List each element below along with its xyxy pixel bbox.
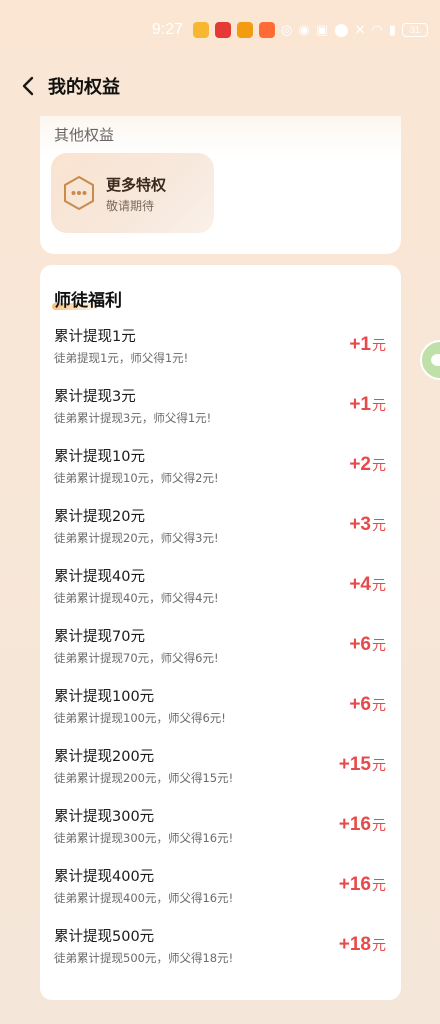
welfare-row: 累计提现200元 徒弟累计提现200元，师父得15元! +15 元 <box>40 745 401 805</box>
reward-amount: +2 <box>349 454 371 475</box>
welfare-row: 累计提现40元 徒弟累计提现40元，师父得4元! +4 元 <box>40 565 401 625</box>
reward-unit: 元 <box>372 938 386 954</box>
reward-unit: 元 <box>372 518 386 534</box>
back-button[interactable] <box>10 64 46 108</box>
reward-unit: 元 <box>372 398 386 414</box>
nav-bar: 我的权益 <box>0 64 440 108</box>
row-reward: +1 元 <box>349 394 386 416</box>
welfare-row: 累计提现20元 徒弟累计提现20元，师父得3元! +3 元 <box>40 505 401 565</box>
perk-name: 更多特权 <box>106 176 167 194</box>
welfare-title: 师徒福利 <box>54 291 122 311</box>
chevron-left-icon <box>22 76 34 96</box>
row-title: 累计提现70元 <box>54 629 145 645</box>
game-badge-icon <box>193 22 210 38</box>
wifi-icon: ◠ <box>371 22 383 38</box>
row-reward: +16 元 <box>339 814 386 836</box>
mute-icon: ✕ <box>354 22 366 38</box>
row-description: 徒弟累计提现3元，师父得1元! <box>54 411 212 425</box>
location-icon: ⬤ <box>334 22 349 38</box>
row-reward: +15 元 <box>339 754 386 776</box>
welfare-row: 累计提现1元 徒弟提现1元，师父得1元! +1 元 <box>40 325 401 385</box>
shop-badge-icon <box>215 22 232 38</box>
reward-unit: 元 <box>372 758 386 774</box>
reward-unit: 元 <box>372 338 386 354</box>
status-bar: 9:27 ◎ ◉ ▣ ⬤ ✕ ◠ ▮ 31 <box>0 0 440 60</box>
row-title: 累计提现10元 <box>54 449 145 465</box>
row-title: 累计提现500元 <box>54 929 155 945</box>
row-title: 累计提现100元 <box>54 689 155 705</box>
nfc-icon: ◎ <box>281 22 293 38</box>
eye-icon: ◉ <box>298 22 310 38</box>
sale-badge-icon <box>259 22 276 38</box>
floating-assistant-button[interactable] <box>420 340 440 380</box>
star-badge-icon <box>237 22 254 38</box>
row-reward: +3 元 <box>349 514 386 536</box>
row-description: 徒弟累计提现10元，师父得2元! <box>54 471 219 485</box>
reward-amount: +16 <box>338 874 371 895</box>
reward-amount: +6 <box>349 634 371 655</box>
other-perks-title: 其他权益 <box>54 126 115 144</box>
vibrate-icon: ▣ <box>315 22 329 38</box>
row-description: 徒弟提现1元，师父得1元! <box>54 351 189 365</box>
row-description: 徒弟累计提现70元，师父得6元! <box>54 651 219 665</box>
row-reward: +2 元 <box>349 454 386 476</box>
welfare-row: 累计提现500元 徒弟累计提现500元，师父得18元! +18 元 <box>40 925 401 985</box>
more-perks-tile[interactable]: 更多特权 敬请期待 <box>51 153 214 233</box>
reward-amount: +3 <box>349 514 371 535</box>
row-title: 累计提现40元 <box>54 569 145 585</box>
battery-indicator: 31 <box>402 23 428 37</box>
row-reward: +6 元 <box>349 634 386 656</box>
row-reward: +6 元 <box>349 694 386 716</box>
reward-unit: 元 <box>372 578 386 594</box>
chat-bubble-icon <box>431 354 440 366</box>
reward-amount: +16 <box>338 814 371 835</box>
status-time: 9:27 <box>151 21 184 38</box>
welfare-row: 累计提现400元 徒弟累计提现400元，师父得16元! +16 元 <box>40 865 401 925</box>
row-title: 累计提现200元 <box>54 749 155 765</box>
reward-unit: 元 <box>372 878 386 894</box>
welfare-row: 累计提现300元 徒弟累计提现300元，师父得16元! +16 元 <box>40 805 401 865</box>
perk-subtitle: 敬请期待 <box>106 199 155 213</box>
reward-amount: +4 <box>349 574 371 595</box>
row-description: 徒弟累计提现200元，师父得15元! <box>54 771 234 785</box>
row-title: 累计提现400元 <box>54 869 155 885</box>
row-description: 徒弟累计提现20元，师父得3元! <box>54 531 219 545</box>
row-reward: +16 元 <box>339 874 386 896</box>
row-reward: +18 元 <box>339 934 386 956</box>
reward-amount: +6 <box>349 694 371 715</box>
reward-unit: 元 <box>372 458 386 474</box>
row-description: 徒弟累计提现500元，师父得18元! <box>54 951 234 965</box>
signal-icon: ▮ <box>388 22 396 38</box>
row-description: 徒弟累计提现40元，师父得4元! <box>54 591 219 605</box>
reward-unit: 元 <box>372 818 386 834</box>
reward-unit: 元 <box>372 638 386 654</box>
welfare-row: 累计提现3元 徒弟累计提现3元，师父得1元! +1 元 <box>40 385 401 445</box>
welfare-row: 累计提现100元 徒弟累计提现100元，师父得6元! +6 元 <box>40 685 401 745</box>
row-reward: +1 元 <box>349 334 386 356</box>
row-description: 徒弟累计提现300元，师父得16元! <box>54 831 234 845</box>
other-perks-card: 其他权益 更多特权 敬请期待 <box>40 116 401 254</box>
row-title: 累计提现3元 <box>54 389 136 405</box>
row-title: 累计提现1元 <box>54 329 136 345</box>
row-description: 徒弟累计提现100元，师父得6元! <box>54 711 226 725</box>
welfare-row: 累计提现70元 徒弟累计提现70元，师父得6元! +6 元 <box>40 625 401 685</box>
reward-amount: +18 <box>338 934 371 955</box>
reward-amount: +1 <box>349 334 371 355</box>
row-description: 徒弟累计提现400元，师父得16元! <box>54 891 234 905</box>
row-title: 累计提现20元 <box>54 509 145 525</box>
row-title: 累计提现300元 <box>54 809 155 825</box>
reward-amount: +15 <box>338 754 371 775</box>
reward-unit: 元 <box>372 698 386 714</box>
row-reward: +4 元 <box>349 574 386 596</box>
welfare-row: 累计提现10元 徒弟累计提现10元，师父得2元! +2 元 <box>40 445 401 505</box>
hexagon-more-icon <box>64 175 94 211</box>
page-title: 我的权益 <box>48 77 120 98</box>
mentor-welfare-card: 师徒福利 累计提现1元 徒弟提现1元，师父得1元! +1 元 累计提现3元 徒弟累… <box>40 265 401 1000</box>
reward-amount: +1 <box>349 394 371 415</box>
